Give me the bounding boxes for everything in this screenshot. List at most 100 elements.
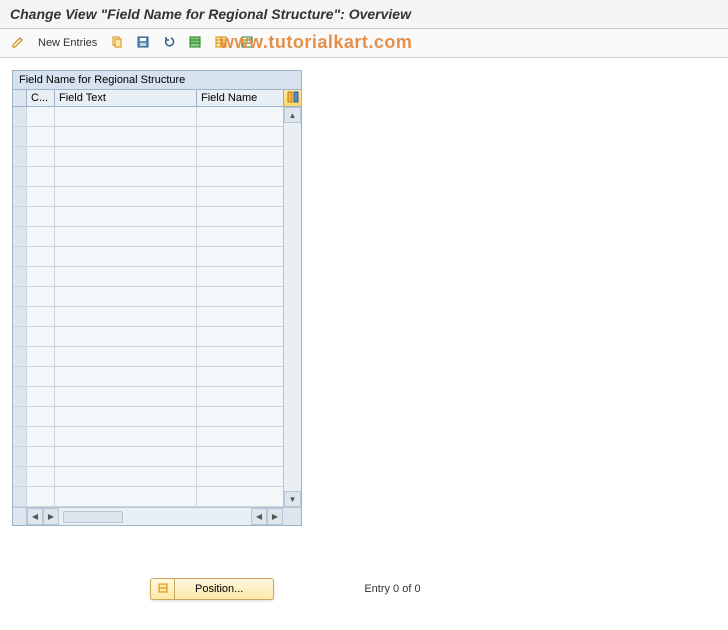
row-marker[interactable] bbox=[13, 307, 27, 326]
cell-field-text[interactable] bbox=[55, 307, 197, 326]
cell-country[interactable] bbox=[27, 127, 55, 146]
cell-field-name[interactable] bbox=[197, 107, 283, 126]
cell-country[interactable] bbox=[27, 287, 55, 306]
cell-field-name[interactable] bbox=[197, 307, 283, 326]
table-row[interactable] bbox=[13, 387, 283, 407]
row-marker[interactable] bbox=[13, 167, 27, 186]
cell-country[interactable] bbox=[27, 367, 55, 386]
table-row[interactable] bbox=[13, 487, 283, 507]
row-marker[interactable] bbox=[13, 127, 27, 146]
row-marker[interactable] bbox=[13, 487, 27, 506]
column-header-field-text[interactable]: Field Text bbox=[55, 90, 197, 106]
cell-field-text[interactable] bbox=[55, 407, 197, 426]
cell-field-text[interactable] bbox=[55, 227, 197, 246]
cell-country[interactable] bbox=[27, 387, 55, 406]
cell-country[interactable] bbox=[27, 147, 55, 166]
cell-field-text[interactable] bbox=[55, 127, 197, 146]
cell-field-name[interactable] bbox=[197, 387, 283, 406]
cell-field-text[interactable] bbox=[55, 487, 197, 506]
table-row[interactable] bbox=[13, 287, 283, 307]
cell-country[interactable] bbox=[27, 167, 55, 186]
scroll-up-button[interactable]: ▲ bbox=[284, 107, 301, 123]
row-marker[interactable] bbox=[13, 447, 27, 466]
scroll-right-end-button[interactable]: ▶ bbox=[267, 508, 283, 525]
row-marker[interactable] bbox=[13, 427, 27, 446]
cell-field-name[interactable] bbox=[197, 327, 283, 346]
cell-country[interactable] bbox=[27, 207, 55, 226]
cell-country[interactable] bbox=[27, 227, 55, 246]
row-marker[interactable] bbox=[13, 387, 27, 406]
cell-field-name[interactable] bbox=[197, 167, 283, 186]
scroll-track[interactable] bbox=[284, 123, 301, 491]
cell-field-text[interactable] bbox=[55, 427, 197, 446]
hscroll-thumb[interactable] bbox=[63, 511, 123, 523]
cell-country[interactable] bbox=[27, 107, 55, 126]
row-marker[interactable] bbox=[13, 267, 27, 286]
row-marker[interactable] bbox=[13, 187, 27, 206]
column-header-field-name[interactable]: Field Name bbox=[197, 90, 283, 106]
new-entries-button[interactable]: New Entries bbox=[34, 35, 101, 51]
row-marker[interactable] bbox=[13, 327, 27, 346]
row-marker[interactable] bbox=[13, 367, 27, 386]
cell-field-name[interactable] bbox=[197, 347, 283, 366]
copy-button[interactable] bbox=[107, 33, 127, 53]
table-row[interactable] bbox=[13, 447, 283, 467]
vertical-scrollbar[interactable]: ▲ ▼ bbox=[283, 107, 301, 507]
cell-field-name[interactable] bbox=[197, 227, 283, 246]
scroll-left-button[interactable]: ◀ bbox=[27, 508, 43, 525]
cell-field-text[interactable] bbox=[55, 387, 197, 406]
scroll-down-button[interactable]: ▼ bbox=[284, 491, 301, 507]
toggle-display-change-button[interactable] bbox=[8, 33, 28, 53]
cell-field-name[interactable] bbox=[197, 487, 283, 506]
table-row[interactable] bbox=[13, 107, 283, 127]
cell-field-text[interactable] bbox=[55, 267, 197, 286]
table-row[interactable] bbox=[13, 407, 283, 427]
column-header-country[interactable]: C... bbox=[27, 90, 55, 106]
table-row[interactable] bbox=[13, 167, 283, 187]
cell-country[interactable] bbox=[27, 487, 55, 506]
table-row[interactable] bbox=[13, 187, 283, 207]
cell-field-name[interactable] bbox=[197, 447, 283, 466]
position-button[interactable]: Position... bbox=[150, 578, 274, 600]
cell-field-text[interactable] bbox=[55, 167, 197, 186]
undo-button[interactable] bbox=[159, 33, 179, 53]
cell-field-text[interactable] bbox=[55, 367, 197, 386]
table-row[interactable] bbox=[13, 367, 283, 387]
table-row[interactable] bbox=[13, 127, 283, 147]
hscroll-track[interactable] bbox=[59, 508, 251, 525]
row-marker[interactable] bbox=[13, 227, 27, 246]
row-marker[interactable] bbox=[13, 207, 27, 226]
cell-country[interactable] bbox=[27, 407, 55, 426]
cell-field-name[interactable] bbox=[197, 187, 283, 206]
row-marker[interactable] bbox=[13, 407, 27, 426]
row-marker[interactable] bbox=[13, 467, 27, 486]
table-row[interactable] bbox=[13, 327, 283, 347]
cell-field-text[interactable] bbox=[55, 327, 197, 346]
cell-field-text[interactable] bbox=[55, 447, 197, 466]
cell-field-name[interactable] bbox=[197, 367, 283, 386]
row-marker[interactable] bbox=[13, 107, 27, 126]
cell-country[interactable] bbox=[27, 247, 55, 266]
cell-field-text[interactable] bbox=[55, 107, 197, 126]
row-marker[interactable] bbox=[13, 247, 27, 266]
cell-field-text[interactable] bbox=[55, 287, 197, 306]
cell-field-name[interactable] bbox=[197, 267, 283, 286]
cell-field-text[interactable] bbox=[55, 347, 197, 366]
table-row[interactable] bbox=[13, 207, 283, 227]
table-row[interactable] bbox=[13, 247, 283, 267]
cell-field-name[interactable] bbox=[197, 127, 283, 146]
row-marker[interactable] bbox=[13, 287, 27, 306]
table-row[interactable] bbox=[13, 227, 283, 247]
cell-country[interactable] bbox=[27, 447, 55, 466]
cell-field-text[interactable] bbox=[55, 187, 197, 206]
table-row[interactable] bbox=[13, 347, 283, 367]
cell-field-name[interactable] bbox=[197, 427, 283, 446]
cell-field-text[interactable] bbox=[55, 207, 197, 226]
cell-country[interactable] bbox=[27, 307, 55, 326]
horizontal-scrollbar[interactable]: ◀ ▶ ◀ ▶ bbox=[13, 507, 301, 525]
cell-country[interactable] bbox=[27, 427, 55, 446]
cell-country[interactable] bbox=[27, 267, 55, 286]
cell-field-name[interactable] bbox=[197, 147, 283, 166]
select-all-button[interactable] bbox=[185, 33, 205, 53]
scroll-left-end-button[interactable]: ◀ bbox=[251, 508, 267, 525]
